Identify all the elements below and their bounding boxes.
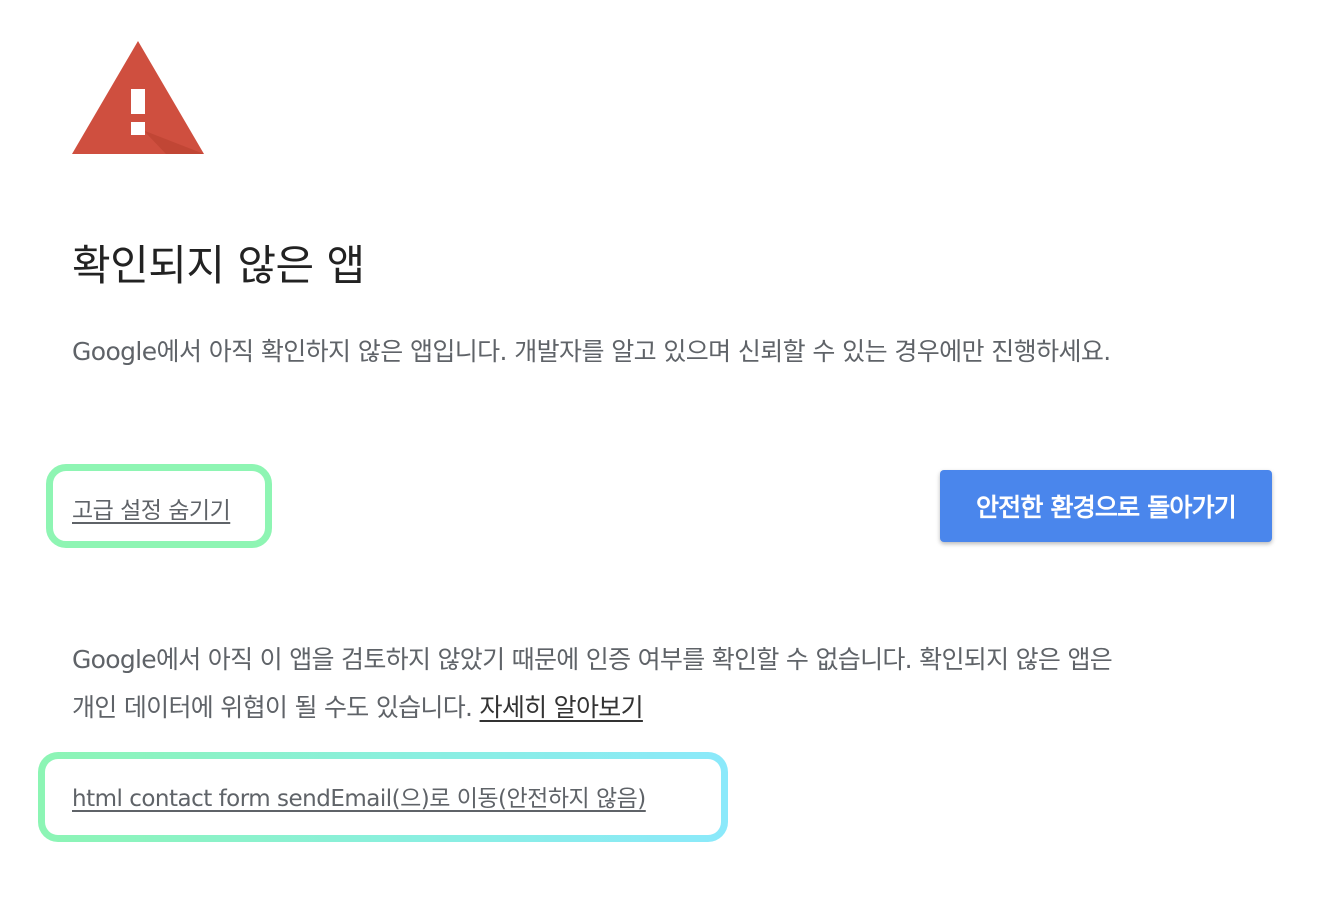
hide-advanced-link[interactable]: 고급 설정 숨기기	[72, 491, 231, 525]
warning-icon	[72, 41, 204, 154]
back-to-safety-button[interactable]: 안전한 환경으로 돌아가기	[940, 470, 1272, 542]
details-text: Google에서 아직 이 앱을 검토하지 않았기 때문에 인증 여부를 확인할…	[72, 636, 1272, 732]
proceed-unsafe-link[interactable]: html contact form sendEmail(으)로 이동(안전하지 …	[72, 779, 646, 813]
details-line-2: 개인 데이터에 위협이 될 수도 있습니다. 자세히 알아보기	[72, 684, 1272, 732]
page-title: 확인되지 않은 앱	[72, 241, 365, 290]
details-line-1: Google에서 아직 이 앱을 검토하지 않았기 때문에 인증 여부를 확인할…	[72, 645, 1113, 674]
intro-text: Google에서 아직 확인하지 않은 앱입니다. 개발자를 알고 있으며 신뢰…	[72, 337, 1111, 366]
details-line-2-text: 개인 데이터에 위협이 될 수도 있습니다.	[72, 693, 480, 722]
learn-more-link[interactable]: 자세히 알아보기	[480, 693, 644, 722]
